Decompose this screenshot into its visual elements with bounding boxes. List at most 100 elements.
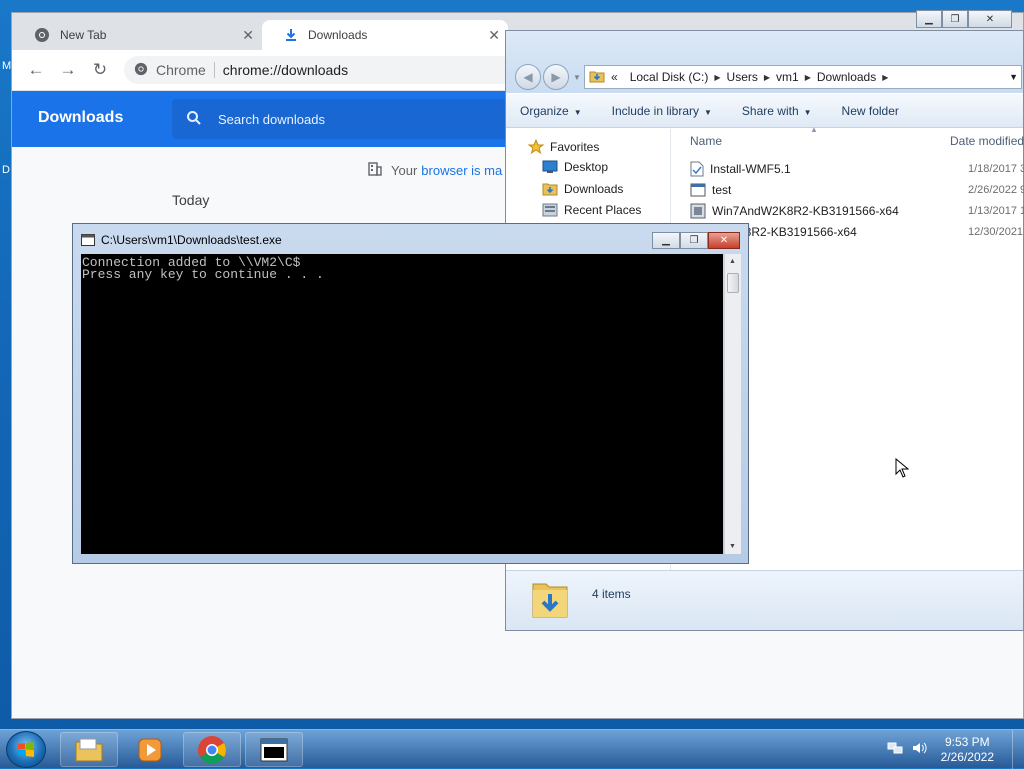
breadcrumb-downloads[interactable]: Downloads <box>817 70 876 84</box>
clock[interactable]: 9:53 PM 2/26/2022 <box>941 735 994 765</box>
taskbar-chrome-button[interactable] <box>183 732 241 767</box>
maximize-button[interactable]: ❐ <box>942 10 968 28</box>
download-icon <box>284 28 298 42</box>
forward-arrow-icon[interactable]: → <box>52 60 84 80</box>
sort-ascending-icon: ▲ <box>810 125 818 134</box>
tab-label: New Tab <box>60 28 107 42</box>
managed-notice: Your browser is ma <box>367 161 502 180</box>
folder-icon <box>75 738 103 761</box>
include-in-library-button[interactable]: Include in library ▼ <box>612 104 712 118</box>
downloads-folder-icon <box>542 181 558 197</box>
site-label: Chrome <box>156 62 206 78</box>
chevron-down-icon[interactable]: ▼ <box>1009 72 1018 82</box>
recent-pages-icon[interactable]: ▼ <box>573 73 581 82</box>
breadcrumb-users[interactable]: Users <box>727 70 758 84</box>
tab-label: Downloads <box>308 28 368 42</box>
system-tray: 9:53 PM 2/26/2022 <box>887 730 1024 769</box>
explorer-titlebar: ◀ ▶ ▼ « Local Disk (C:) ▶ Users ▶ vm1 ▶ … <box>506 31 1023 93</box>
nav-item-recent-places[interactable]: Recent Places <box>542 202 641 218</box>
taskbar-explorer-button[interactable] <box>60 732 118 767</box>
taskbar-media-player-button[interactable] <box>121 732 179 767</box>
breadcrumb-arrow-icon[interactable]: ▶ <box>714 73 720 82</box>
file-row[interactable]: Install-WMF5.1 1/18/2017 3:25 <box>690 159 1024 179</box>
organize-button[interactable]: Organize ▼ <box>520 104 582 118</box>
nav-item-label: Desktop <box>564 160 609 174</box>
media-player-icon <box>138 738 162 761</box>
forward-button[interactable]: ▶ <box>543 64 569 90</box>
console-icon <box>81 234 95 246</box>
recent-places-icon <box>542 202 558 218</box>
close-button[interactable]: ✕ <box>708 232 740 249</box>
minimize-button[interactable]: ▁ <box>916 10 942 28</box>
breadcrumb-local-disk[interactable]: Local Disk (C:) <box>630 70 709 84</box>
share-with-button[interactable]: Share with ▼ <box>742 104 812 118</box>
console-titlebar: C:\Users\vm1\Downloads\test.exe <box>81 233 282 247</box>
breadcrumb-arrow-icon[interactable]: ▶ <box>805 73 811 82</box>
console-window: C:\Users\vm1\Downloads\test.exe ▁ ❐ ✕ Co… <box>72 223 749 564</box>
close-icon[interactable]: ✕ <box>242 27 254 44</box>
column-header-date[interactable]: Date modified <box>950 129 1024 153</box>
nav-item-downloads[interactable]: Downloads <box>542 181 623 197</box>
clock-time: 9:53 PM <box>944 734 990 749</box>
scroll-down-icon[interactable]: ▼ <box>729 543 736 550</box>
explorer-address-bar[interactable]: « Local Disk (C:) ▶ Users ▶ vm1 ▶ Downlo… <box>584 65 1022 89</box>
close-button[interactable]: ✕ <box>968 10 1012 28</box>
new-folder-button[interactable]: New folder <box>842 104 899 118</box>
star-icon <box>528 139 544 155</box>
divider <box>213 62 215 78</box>
breadcrumb-vm1[interactable]: vm1 <box>776 70 799 84</box>
search-input[interactable] <box>216 110 516 128</box>
file-date: 2/26/2022 9:52 <box>968 184 1024 196</box>
volume-icon[interactable] <box>911 740 927 759</box>
file-row[interactable]: Win7AndW2K8R2-KB3191566-x64 1/13/2017 10… <box>690 201 1024 221</box>
desktop-icon-label: M <box>2 60 12 72</box>
tab-new-tab[interactable]: New Tab ✕ <box>12 20 262 50</box>
item-count: 4 items <box>592 587 631 601</box>
building-icon <box>367 161 383 180</box>
breadcrumb-overflow[interactable]: « <box>611 70 618 84</box>
nav-item-desktop[interactable]: Desktop <box>542 160 608 174</box>
windows-logo-icon <box>18 741 34 757</box>
file-name: Install-WMF5.1 <box>710 162 791 176</box>
console-output[interactable]: Connection added to \\VM2\C$ Press any k… <box>81 254 723 554</box>
desktop-icon <box>542 160 558 174</box>
scroll-thumb[interactable] <box>727 273 739 293</box>
address-bar[interactable]: Chrome chrome://downloads <box>124 56 524 84</box>
tab-downloads[interactable]: Downloads ✕ <box>262 20 508 50</box>
minimize-button[interactable]: ▁ <box>652 232 680 249</box>
nav-item-label: Recent Places <box>564 203 642 217</box>
file-row[interactable]: test 2/26/2022 9:52 <box>690 180 1024 200</box>
taskbar: 9:53 PM 2/26/2022 <box>0 729 1024 769</box>
chrome-icon <box>34 27 50 43</box>
maximize-button[interactable]: ❐ <box>680 232 708 249</box>
back-button[interactable]: ◀ <box>515 64 541 90</box>
network-icon[interactable] <box>887 740 903 759</box>
file-date: 1/13/2017 10:0 <box>968 205 1024 217</box>
scroll-up-icon[interactable]: ▲ <box>729 258 736 265</box>
taskbar-console-button[interactable] <box>245 732 303 767</box>
managed-text: Your <box>391 163 418 178</box>
show-desktop-button[interactable] <box>1012 730 1024 769</box>
breadcrumb-arrow-icon[interactable]: ▶ <box>882 73 888 82</box>
section-heading-today: Today <box>172 192 210 208</box>
close-icon[interactable]: ✕ <box>488 27 500 44</box>
breadcrumb-arrow-icon[interactable]: ▶ <box>764 73 770 82</box>
explorer-window-controls: ▁ ❐ ✕ <box>916 10 1012 28</box>
search-icon <box>186 110 202 129</box>
desktop-icon-label: D <box>2 164 10 176</box>
chrome-icon <box>198 735 226 764</box>
command-bar: Organize ▼ Include in library ▼ Share with… <box>506 94 1023 128</box>
script-file-icon <box>690 161 704 177</box>
column-header-name[interactable]: Name ▲ <box>690 125 818 153</box>
back-arrow-icon[interactable]: ← <box>20 60 52 80</box>
console-icon <box>260 738 288 761</box>
nav-item-favorites[interactable]: Favorites <box>528 139 599 155</box>
console-scrollbar[interactable]: ▲ ▼ <box>724 254 741 554</box>
clock-date: 2/26/2022 <box>940 749 994 764</box>
managed-link[interactable]: browser is ma <box>421 163 502 178</box>
details-pane: 4 items <box>506 570 1023 630</box>
url-text: chrome://downloads <box>222 62 349 78</box>
start-button[interactable] <box>6 731 46 768</box>
reload-icon[interactable]: ↻ <box>84 60 116 80</box>
mouse-cursor-icon <box>895 458 909 478</box>
